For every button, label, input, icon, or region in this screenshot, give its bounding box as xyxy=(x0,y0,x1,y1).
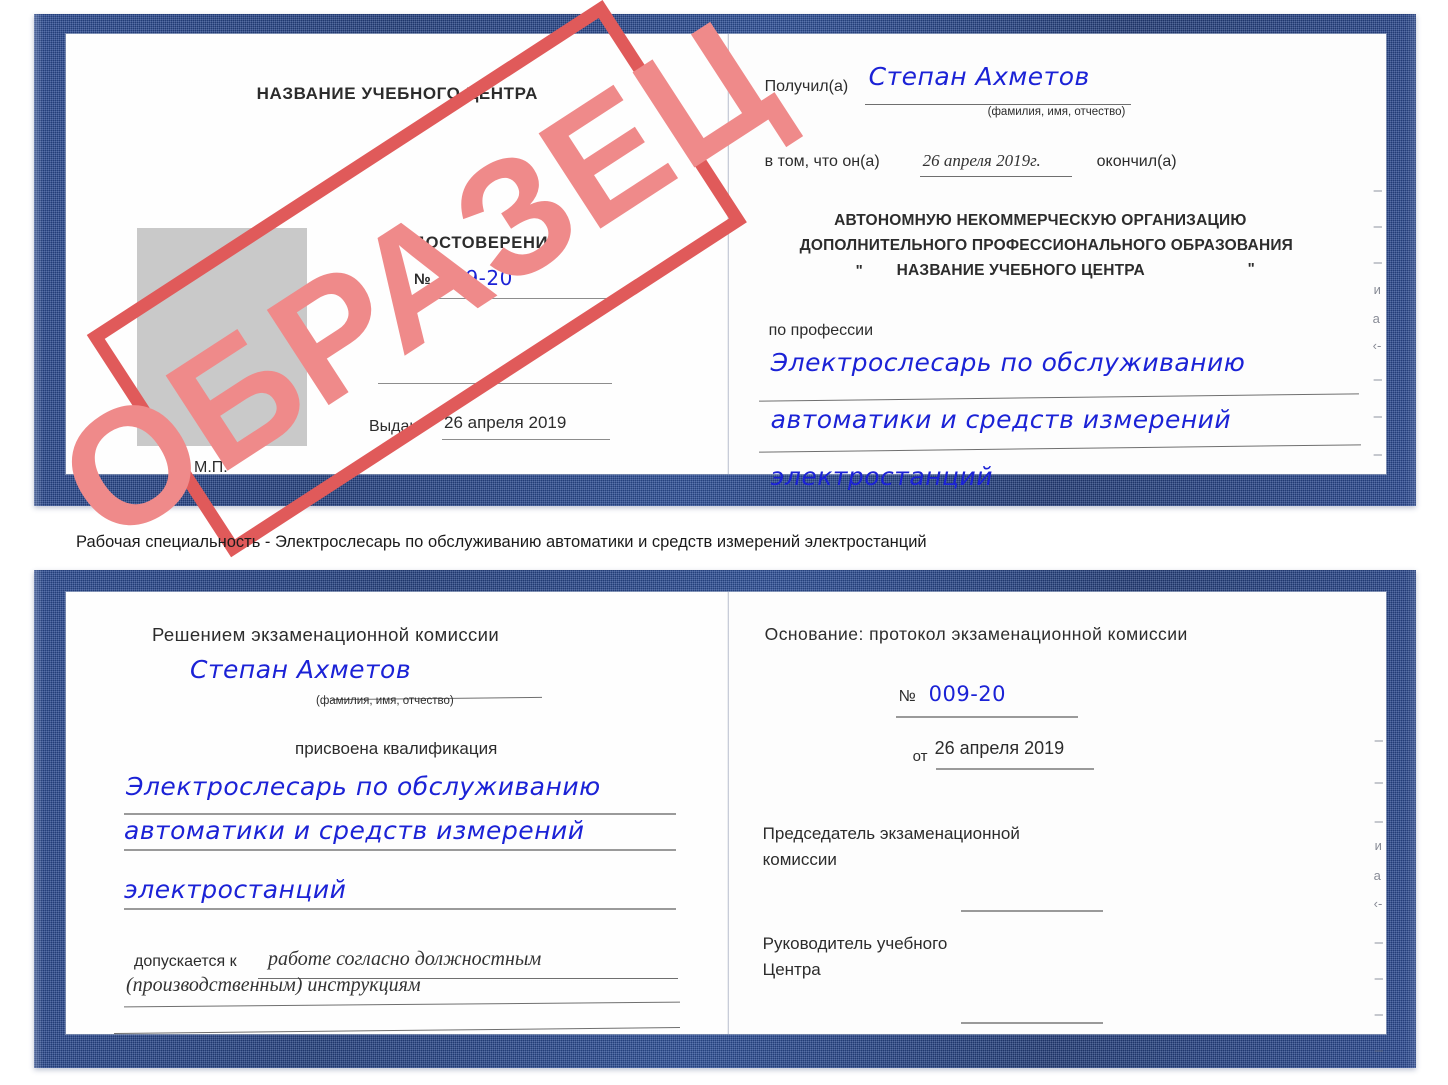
protocol-number-label: № xyxy=(898,688,916,705)
qualification-rule-1 xyxy=(124,813,676,815)
certificate-top-right-page: Получил(а) Степан Ахметов (фамилия, имя,… xyxy=(728,34,1386,491)
fio-hint-top: (фамилия, имя, отчество) xyxy=(987,106,1126,118)
holder-name-value: Степан Ахметов xyxy=(190,655,412,684)
margin-mark-3: – xyxy=(1373,254,1382,271)
organization-line-3: НАЗВАНИЕ УЧЕБНОГО ЦЕНТРА xyxy=(896,262,1145,279)
margin-mark-b5: а xyxy=(1373,868,1381,883)
margin-mark-b4: и xyxy=(1374,838,1382,853)
margin-mark-1: – xyxy=(1373,182,1382,199)
margin-mark-b6: ‹- xyxy=(1373,896,1383,911)
head-of-center-label-line-1: Руководитель учебного xyxy=(762,934,948,953)
head-of-center-label-line-2: Центра xyxy=(762,960,821,979)
completion-date-value: 26 апреля 2019г. xyxy=(922,151,1041,170)
photo-placeholder xyxy=(137,228,307,446)
head-of-center-signature-rule xyxy=(960,1022,1103,1024)
received-by-rule xyxy=(864,104,1131,105)
profession-value-line-1: Электрослесарь по обслуживанию xyxy=(770,348,1246,377)
certificate-number-label: № xyxy=(414,271,431,288)
organization-quote-open: " xyxy=(855,262,863,279)
qualification-rule-2 xyxy=(124,849,676,851)
issued-date-value: 26 апреля 2019 xyxy=(444,413,567,432)
issued-date-rule xyxy=(442,439,610,440)
allowed-rule-2 xyxy=(124,1001,680,1008)
certificate-top-pages: НАЗВАНИЕ УЧЕБНОГО ЦЕНТРА УДОСТОВЕРЕНИЕ №… xyxy=(66,34,1386,491)
seal-place-label: М.П. xyxy=(194,459,228,476)
margin-mark-6: ‹- xyxy=(1372,338,1382,353)
margin-mark-4: и xyxy=(1373,282,1381,297)
profession-label: по профессии xyxy=(768,322,874,339)
received-by-label: Получил(а) xyxy=(764,78,849,95)
certificate-bottom-pages: Решением экзаменационной комиссии Степан… xyxy=(66,592,1386,1059)
allowed-rule-3 xyxy=(114,1027,680,1034)
qualification-value-line-1: Электрослесарь по обслуживанию xyxy=(126,772,601,801)
organization-line-1: АВТОНОМНУЮ НЕКОММЕРЧЕСКУЮ ОРГАНИЗАЦИЮ xyxy=(834,212,1247,229)
protocol-date-rule xyxy=(935,768,1094,770)
profession-value-line-3: электростанций xyxy=(770,462,994,491)
qualification-rule-3 xyxy=(124,908,676,910)
document-title: УДОСТОВЕРЕНИЕ xyxy=(403,234,560,252)
protocol-number-rule xyxy=(895,716,1078,718)
margin-mark-b10: – xyxy=(1374,1042,1383,1059)
protocol-date-label: от xyxy=(912,748,928,765)
fio-hint-bottom: (фамилия, имя, отчество) xyxy=(316,695,454,707)
qualification-value-line-2: автоматики и средств измерений xyxy=(124,816,585,845)
allowed-to-value-line-2: (производственным) инструкциям xyxy=(126,974,421,996)
margin-mark-b3: – xyxy=(1374,813,1383,830)
margin-mark-b8: – xyxy=(1374,970,1383,987)
margin-mark-2: – xyxy=(1373,218,1382,235)
certificate-number-value: 009-20 xyxy=(439,266,513,290)
certificate-book-top: НАЗВАНИЕ УЧЕБНОГО ЦЕНТРА УДОСТОВЕРЕНИЕ №… xyxy=(34,14,1416,506)
certificate-bottom-left-page: Решением экзаменационной комиссии Степан… xyxy=(66,592,729,1034)
margin-mark-b1: – xyxy=(1374,732,1383,749)
organization-quote-close: " xyxy=(1247,260,1255,277)
chairman-label-line-1: Председатель экзаменационной xyxy=(762,824,1020,843)
allowed-to-value-line-1: работе согласно должностным xyxy=(268,948,542,970)
organization-line-2: ДОПОЛНИТЕЛЬНОГО ПРОФЕССИОНАЛЬНОГО ОБРАЗО… xyxy=(799,237,1294,254)
allowed-to-label: допускается к xyxy=(134,953,237,970)
graduated-label: окончил(а) xyxy=(1096,153,1177,170)
qualification-value-line-3: электростанций xyxy=(124,875,347,904)
received-by-value: Степан Ахметов xyxy=(868,62,1090,91)
margin-mark-b7: – xyxy=(1374,934,1383,951)
margin-mark-b9: – xyxy=(1374,1006,1383,1023)
in-that-he-label: в том, что он(а) xyxy=(764,153,880,170)
margin-mark-9: – xyxy=(1373,446,1382,463)
qualification-assigned-label: присвоена квалификация xyxy=(295,739,498,758)
certificate-bottom-right-page: Основание: протокол экзаменационной коми… xyxy=(728,592,1386,1059)
protocol-number-value: 009-20 xyxy=(928,682,1007,706)
issued-label: Выдано xyxy=(369,418,428,435)
basis-protocol-label: Основание: протокол экзаменационной коми… xyxy=(764,624,1188,644)
certificate-book-bottom: Решением экзаменационной комиссии Степан… xyxy=(34,570,1416,1068)
protocol-date-value: 26 апреля 2019 xyxy=(934,738,1065,758)
margin-mark-5: а xyxy=(1372,311,1380,326)
certificate-number-rule xyxy=(410,298,608,299)
training-center-name-heading: НАЗВАНИЕ УЧЕБНОГО ЦЕНТРА xyxy=(256,84,538,103)
margin-mark-8: – xyxy=(1373,408,1382,425)
blank-rule-1 xyxy=(378,383,612,384)
margin-mark-7: – xyxy=(1373,371,1382,388)
profession-rule-2 xyxy=(758,444,1361,453)
completion-date-rule xyxy=(919,176,1072,177)
caption-text: Рабочая специальность - Электрослесарь п… xyxy=(76,533,927,551)
margin-mark-b2: – xyxy=(1374,774,1383,791)
chairman-signature-rule xyxy=(960,910,1103,912)
certificate-top-left-page: НАЗВАНИЕ УЧЕБНОГО ЦЕНТРА УДОСТОВЕРЕНИЕ №… xyxy=(66,34,729,476)
commission-decision-heading: Решением экзаменационной комиссии xyxy=(152,624,500,645)
profession-value-line-2: автоматики и средств измерений xyxy=(770,405,1232,434)
profession-rule-1 xyxy=(758,393,1359,402)
chairman-label-line-2: комиссии xyxy=(762,850,837,869)
